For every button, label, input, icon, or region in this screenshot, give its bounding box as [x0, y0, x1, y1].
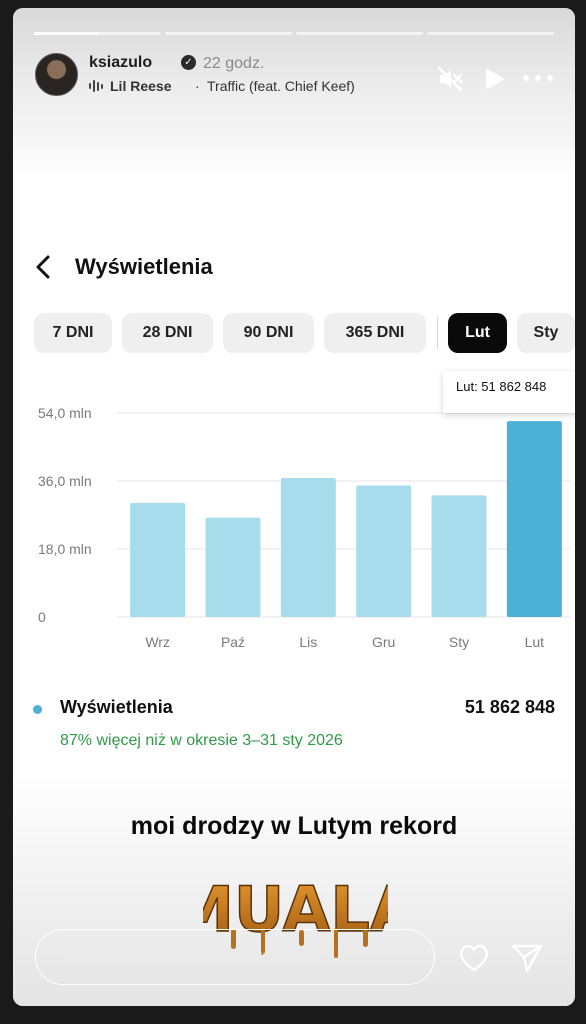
x-tick-label: Lis	[299, 634, 317, 650]
story-card[interactable]: ksiazulo ✓ 22 godz. Lil Reese · Traffic …	[13, 8, 575, 1006]
y-tick-label: 0	[38, 609, 46, 625]
filter-chip-7-days[interactable]: 7 DNI	[34, 313, 112, 353]
bar-wrz[interactable]	[130, 502, 186, 617]
bar-sty[interactable]	[431, 495, 487, 617]
bar-lis[interactable]	[280, 477, 336, 617]
filter-chip-365-days[interactable]: 365 DNI	[324, 313, 426, 353]
y-tick-label: 54,0 mln	[38, 405, 92, 421]
play-icon	[486, 69, 504, 89]
paper-plane-icon	[511, 944, 543, 973]
metric-value: 51 862 848	[464, 697, 555, 717]
y-tick-label: 36,0 mln	[38, 473, 92, 489]
filter-chip-lut[interactable]: Lut	[448, 313, 507, 353]
bar-gru[interactable]	[356, 485, 412, 617]
avatar[interactable]	[35, 53, 78, 96]
progress-segment	[427, 32, 554, 35]
reply-input[interactable]: Odpowiedz użytkownikowi ksiazulo...	[35, 929, 435, 985]
heart-icon	[460, 944, 488, 972]
story-progress	[34, 32, 554, 35]
speaker-muted-icon	[437, 66, 463, 92]
comparison-text: 87% więcej niż w okresie 3–31 sty 2026	[60, 732, 343, 749]
metric-label: Wyświetlenia	[60, 697, 173, 717]
username[interactable]: ksiazulo	[89, 54, 152, 72]
progress-segment	[34, 32, 161, 35]
chip-divider	[437, 317, 438, 349]
y-tick-label: 18,0 mln	[38, 541, 92, 557]
period-filter-chips: 7 DNI 28 DNI 90 DNI 365 DNI Lut Sty	[34, 313, 575, 353]
progress-segment	[296, 32, 423, 35]
play-button[interactable]	[481, 66, 507, 92]
music-separator: ·	[195, 78, 200, 94]
more-options-button[interactable]	[523, 73, 553, 83]
story-timestamp: 22 godz.	[203, 55, 265, 72]
like-button[interactable]	[457, 942, 491, 974]
music-track[interactable]: Traffic (feat. Chief Keef)	[207, 78, 355, 94]
x-tick-label: Sty	[449, 634, 469, 650]
views-bar-chart: 0 18,0 mln 36,0 mln 54,0 mln Wrz Paź Lis Gru Sty…	[38, 405, 570, 650]
page-title: Wyświetlenia	[75, 254, 213, 279]
metric-summary: Wyświetlenia 51 862 848	[33, 696, 555, 726]
x-tick-label: Paź	[221, 634, 245, 650]
bar-paź[interactable]	[205, 517, 261, 617]
mute-button[interactable]	[437, 66, 463, 92]
music-artist[interactable]: Lil Reese	[110, 78, 171, 94]
insights-header: Wyświetlenia	[33, 250, 553, 286]
story-header: ksiazulo ✓ 22 godz. Lil Reese · Traffic …	[35, 53, 555, 103]
progress-segment	[165, 32, 292, 35]
back-arrow-icon[interactable]	[33, 254, 55, 280]
x-tick-label: Wrz	[145, 634, 170, 650]
legend-dot	[33, 705, 42, 714]
x-tick-label: Gru	[372, 634, 395, 650]
share-button[interactable]	[510, 942, 544, 974]
filter-chip-sty[interactable]: Sty	[517, 313, 575, 353]
filter-chip-28-days[interactable]: 28 DNI	[122, 313, 213, 353]
bar-lut[interactable]	[506, 421, 562, 617]
story-caption: moi drodzy w Lutym rekord	[130, 812, 458, 840]
audio-waveform-icon	[89, 79, 105, 93]
verified-badge-icon: ✓	[181, 55, 196, 70]
reply-placeholder: Odpowiedz użytkownikowi ksiazulo...	[63, 948, 326, 965]
chart-tooltip: Lut: 51 862 848	[443, 371, 575, 413]
x-tick-label: Lut	[525, 634, 545, 650]
filter-chip-90-days[interactable]: 90 DNI	[223, 313, 314, 353]
